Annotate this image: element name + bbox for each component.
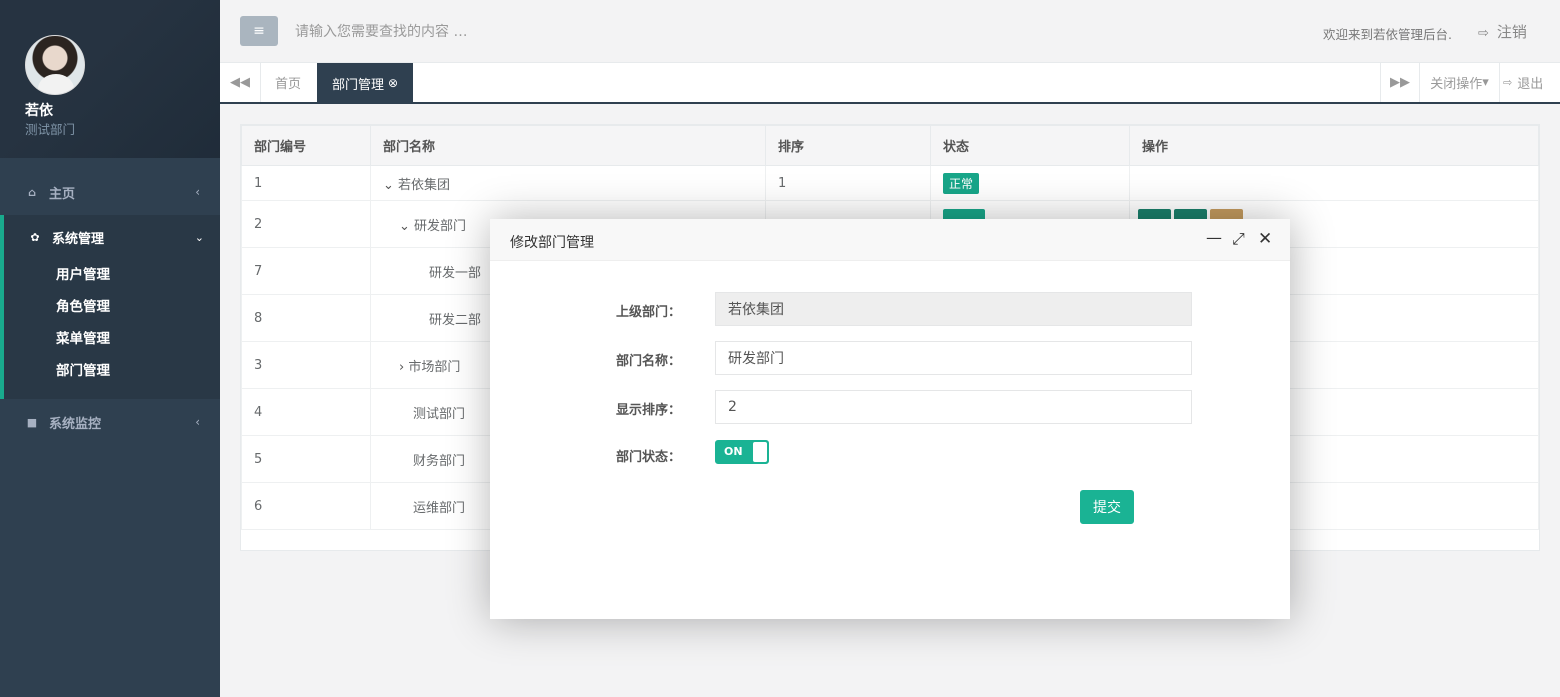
dept-name: 市场部门	[408, 359, 461, 375]
form-row-name: 部门名称：	[490, 341, 1290, 375]
sidebar-item-roles[interactable]: 角色管理	[4, 291, 220, 323]
chevron-left-icon: ‹	[195, 185, 200, 199]
close-ops-label: 关闭操作	[1430, 77, 1483, 92]
sidebar-item-home[interactable]: ⌂ 主页 ‹	[0, 172, 220, 212]
sign-out-icon: ⇨	[1478, 26, 1489, 41]
home-icon: ⌂	[28, 185, 36, 199]
tab-scroll-left-button[interactable]: ◀◀	[220, 63, 261, 102]
col-header[interactable]: 状态	[930, 125, 1130, 166]
search-input[interactable]	[295, 16, 815, 48]
edit-dept-modal: 修改部门管理 — ⤢ ✕ 上级部门： 部门名称： 显示排序： 部门状态： ON …	[490, 219, 1290, 619]
logout-label: 注销	[1496, 23, 1527, 41]
tab-label: 首页	[275, 77, 302, 92]
status-badge: 正常	[943, 172, 980, 194]
sidebar-item-depts[interactable]: 部门管理	[4, 355, 220, 387]
forward-icon: ▶▶	[1390, 75, 1410, 90]
cell-id: 6	[241, 482, 371, 530]
tab-bar: ◀◀ 首页 部门管理 ⊗ ▶▶ 关闭操作 ▾ ⇨ 退出	[220, 63, 1560, 104]
minimize-icon[interactable]: —	[1206, 230, 1222, 246]
maximize-icon[interactable]: ⤢	[1232, 231, 1245, 247]
dept-name: 研发部门	[414, 218, 467, 234]
user-dept: 测试部门	[25, 122, 76, 137]
sidebar-item-system[interactable]: ✿ 系统管理 ⌄	[4, 215, 220, 259]
order-field[interactable]	[715, 390, 1192, 424]
cell-id: 2	[241, 200, 371, 248]
tab-home[interactable]: 首页	[261, 63, 315, 102]
cell-id: 3	[241, 341, 371, 389]
field-label: 显示排序：	[616, 403, 682, 418]
dept-name-field[interactable]	[715, 341, 1192, 375]
exit-button[interactable]: ⇨ 退出	[1503, 63, 1543, 102]
col-header[interactable]: 部门编号	[241, 125, 371, 166]
sidebar-submenu: 用户管理 角色管理 菜单管理 部门管理	[4, 259, 220, 387]
cell-id: 5	[241, 435, 371, 483]
modal-title: 修改部门管理	[510, 235, 594, 251]
form-row-status: 部门状态： ON	[490, 437, 1290, 471]
backward-icon: ◀◀	[230, 75, 250, 90]
user-profile: 若依 测试部门	[0, 0, 220, 158]
field-label: 部门名称：	[616, 354, 682, 369]
chevron-right-icon[interactable]: ›	[399, 360, 408, 375]
sidebar-item-menus[interactable]: 菜单管理	[4, 323, 220, 355]
hamburger-icon: ≡	[253, 23, 265, 39]
cell-status: 正常	[930, 165, 1130, 201]
sidebar-item-monitor[interactable]: ■ 系统监控 ‹	[0, 402, 220, 442]
chevron-down-icon[interactable]: ⌄	[399, 219, 414, 234]
camera-icon: ■	[26, 415, 38, 429]
tab-scroll-right-button[interactable]: ▶▶	[1380, 63, 1420, 102]
cell-id: 7	[241, 247, 371, 295]
col-header[interactable]: 部门名称	[370, 125, 766, 166]
table-row[interactable]: 1 ⌄ 若依集团 1 正常	[241, 165, 1539, 201]
close-circle-icon[interactable]: ⊗	[388, 76, 398, 90]
welcome-text: 欢迎来到若依管理后台.	[1323, 27, 1452, 42]
chevron-down-icon[interactable]: ⌄	[383, 178, 398, 193]
sidebar-item-label: 系统管理	[52, 231, 105, 247]
sidebar: 若依 测试部门 ⌂ 主页 ‹ ✿ 系统管理 ⌄ 用户管理 角色管理 菜单管理 部…	[0, 0, 220, 697]
sign-out-icon: ⇨	[1503, 76, 1513, 89]
tab-label: 部门管理	[332, 77, 385, 93]
toggle-label: ON	[724, 445, 743, 458]
close-icon[interactable]: ✕	[1258, 231, 1272, 248]
tab-depts[interactable]: 部门管理 ⊗	[317, 63, 414, 103]
form-row-order: 显示排序：	[490, 390, 1290, 424]
sidebar-item-users[interactable]: 用户管理	[4, 259, 220, 291]
field-label: 上级部门：	[616, 305, 682, 320]
status-toggle[interactable]: ON	[715, 440, 769, 464]
col-header[interactable]: 操作	[1129, 125, 1539, 166]
caret-down-icon: ▾	[1482, 75, 1489, 90]
close-operations-dropdown[interactable]: 关闭操作 ▾	[1420, 63, 1500, 102]
form-row-parent: 上级部门：	[490, 292, 1290, 326]
avatar[interactable]	[25, 35, 85, 95]
user-name[interactable]: 若依	[25, 100, 53, 120]
dept-name: 若依集团	[398, 177, 451, 193]
gear-icon: ✿	[30, 230, 40, 244]
exit-label: 退出	[1517, 77, 1544, 92]
sidebar-item-label: 主页	[49, 186, 76, 202]
field-label: 部门状态：	[616, 450, 682, 465]
cell-id: 8	[241, 294, 371, 342]
col-header[interactable]: 排序	[765, 125, 931, 166]
cell-id: 4	[241, 388, 371, 436]
top-bar: ≡ 欢迎来到若依管理后台. ⇨ 注销	[220, 0, 1560, 63]
sidebar-group-system: ✿ 系统管理 ⌄ 用户管理 角色管理 菜单管理 部门管理	[0, 215, 220, 399]
submit-button[interactable]: 提交	[1080, 490, 1134, 524]
cell-name: ⌄ 若依集团	[370, 165, 766, 201]
sidebar-item-label: 系统监控	[49, 416, 102, 432]
menu-toggle-button[interactable]: ≡	[240, 16, 278, 46]
cell-order: 1	[765, 165, 931, 201]
parent-dept-field[interactable]	[715, 292, 1192, 326]
cell-ops	[1129, 165, 1539, 201]
toggle-knob	[753, 442, 767, 462]
chevron-down-icon: ⌄	[194, 230, 204, 244]
chevron-left-icon: ‹	[195, 415, 200, 429]
logout-link[interactable]: ⇨ 注销	[1478, 21, 1527, 42]
modal-header[interactable]: 修改部门管理 — ⤢ ✕	[490, 219, 1290, 261]
cell-id: 1	[241, 165, 371, 201]
